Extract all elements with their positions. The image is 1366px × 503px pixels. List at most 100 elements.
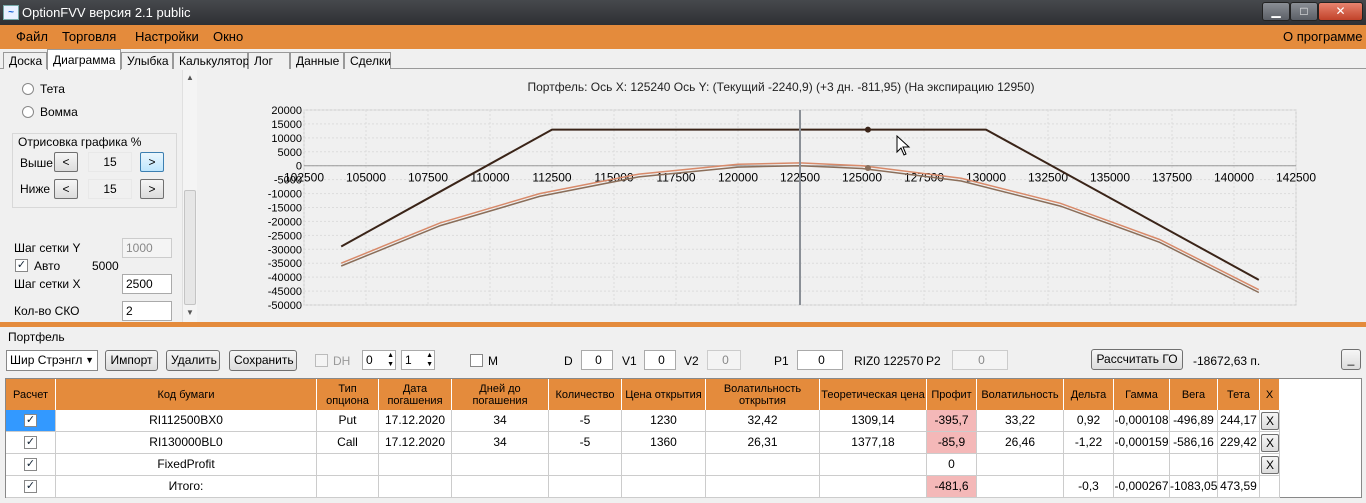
menu-trading[interactable]: Торговля [62, 29, 116, 44]
m-checkbox[interactable] [470, 354, 483, 367]
row-calc-checkbox[interactable]: ✓ [24, 458, 37, 471]
column-header-volatility[interactable]: Волатильность [977, 379, 1064, 410]
column-header-days-to-expiry[interactable]: Дней до погашения [452, 379, 549, 410]
scroll-thumb[interactable] [184, 190, 196, 305]
row-calc-checkbox[interactable]: ✓ [24, 436, 37, 449]
delete-button[interactable]: Удалить [166, 350, 220, 371]
column-header-theoretical-price[interactable]: Теоретическая цена [820, 379, 927, 410]
menu-about[interactable]: О программе [1283, 29, 1363, 44]
column-header-profit[interactable]: Профит [927, 379, 977, 410]
p1-input[interactable]: 0 [797, 350, 843, 370]
tab-calculator[interactable]: Калькулятор [173, 52, 249, 69]
tab-board[interactable]: Доска [3, 52, 47, 69]
y-tick-label: -15000 [268, 203, 302, 215]
row-delete-button[interactable]: X [1261, 434, 1279, 452]
column-header-delta[interactable]: Дельта [1064, 379, 1114, 410]
x-tick-label: 105000 [346, 171, 386, 185]
menu-file[interactable]: Файл [16, 29, 48, 44]
d-input[interactable]: 0 [581, 350, 613, 370]
above-decrease-button[interactable]: < [54, 152, 78, 172]
minimize-panel-button[interactable]: _ [1341, 349, 1361, 370]
spin1-arrows-icon[interactable]: ▲ ▼ [387, 351, 394, 369]
table-cell-expiry-date [379, 454, 452, 476]
v2-input[interactable]: 0 [707, 350, 741, 370]
column-header-calc[interactable]: Расчет [6, 379, 56, 410]
grid-x-input[interactable]: 2500 [122, 274, 172, 294]
table-cell-calc[interactable]: ✓ [6, 476, 56, 498]
row-delete-button[interactable]: X [1261, 456, 1279, 474]
column-header-theta[interactable]: Тета [1218, 379, 1260, 410]
below-increase-button[interactable]: > [140, 179, 164, 199]
row-calc-checkbox[interactable]: ✓ [24, 414, 37, 427]
table-cell-x[interactable]: X [1260, 432, 1280, 454]
table-cell-option-type [317, 476, 379, 498]
table-cell-open-volatility [706, 454, 820, 476]
column-header-option-type[interactable]: Тип опциона [317, 379, 379, 410]
y-tick-label: -45000 [268, 286, 302, 298]
above-increase-button[interactable]: > [140, 152, 164, 172]
column-header-expiry-date[interactable]: Дата погашения [379, 379, 452, 410]
settings-scrollbar[interactable]: ▲ ▼ [182, 70, 197, 322]
scroll-down-icon[interactable]: ▼ [186, 308, 194, 317]
import-button[interactable]: Импорт [105, 350, 158, 371]
spin1-input[interactable]: 0 ▲ ▼ [362, 350, 396, 370]
tab-log[interactable]: Лог [248, 52, 290, 69]
maximize-button[interactable]: □ [1290, 2, 1318, 21]
p2-input[interactable]: 0 [952, 350, 1008, 370]
tab-deals[interactable]: Сделки [344, 52, 391, 69]
chevron-down-icon: ▼ [85, 355, 94, 365]
column-header-quantity[interactable]: Количество [549, 379, 622, 410]
spin2-arrows-icon[interactable]: ▲ ▼ [426, 351, 433, 369]
table-cell-x[interactable]: X [1260, 410, 1280, 432]
column-header-code[interactable]: Код бумаги [56, 379, 317, 410]
below-decrease-button[interactable]: < [54, 179, 78, 199]
calc-margin-button[interactable]: Рассчитать ГО [1091, 349, 1183, 370]
column-header-vega[interactable]: Вега [1170, 379, 1218, 410]
menu-settings[interactable]: Настройки [135, 29, 199, 44]
save-button[interactable]: Сохранить [229, 350, 297, 371]
spin2-input[interactable]: 1 ▲ ▼ [401, 350, 435, 370]
grid-y-input[interactable]: 1000 [122, 238, 172, 258]
tab-data[interactable]: Данные [290, 52, 344, 69]
table-cell-gamma: -0,000267 [1114, 476, 1170, 498]
table-cell-volatility [977, 476, 1064, 498]
tab-smile[interactable]: Улыбка [121, 52, 173, 69]
auto-checkbox[interactable]: ✓ [15, 259, 28, 272]
table-cell-x[interactable] [1260, 476, 1280, 498]
column-header-x[interactable]: X [1260, 379, 1280, 410]
row-calc-checkbox[interactable]: ✓ [24, 480, 37, 493]
theta-radio[interactable] [22, 83, 34, 95]
y-tick-label: -35000 [268, 258, 302, 270]
table-cell-profit: -85,9 [927, 432, 977, 454]
column-header-open-price[interactable]: Цена открытия [622, 379, 706, 410]
above-value: 15 [88, 152, 132, 172]
table-cell-x[interactable]: X [1260, 454, 1280, 476]
column-header-gamma[interactable]: Гамма [1114, 379, 1170, 410]
row-delete-button[interactable]: X [1261, 412, 1279, 430]
scroll-up-icon[interactable]: ▲ [186, 73, 194, 82]
vomma-radio[interactable] [22, 106, 34, 118]
v1-input[interactable]: 0 [644, 350, 676, 370]
table-cell-theoretical-price [820, 476, 927, 498]
close-button[interactable]: ✕ [1318, 2, 1363, 21]
sko-input[interactable]: 2 [122, 301, 172, 321]
portfolio-label: Портфель [8, 330, 65, 344]
window-title: OptionFVV версия 2.1 public [22, 5, 191, 20]
table-cell-calc[interactable]: ✓ [6, 454, 56, 476]
table-cell-code: RI112500BX0 [56, 410, 317, 432]
p2-label: P2 [926, 354, 941, 368]
table-cell-calc[interactable]: ✓ [6, 432, 56, 454]
minimize-button[interactable]: ▁ [1262, 2, 1290, 21]
table-cell-calc[interactable]: ✓ [6, 410, 56, 432]
portfolio-select[interactable]: Шир Стрэнгл ▼ [6, 350, 98, 371]
table-cell-volatility: 33,22 [977, 410, 1064, 432]
table-cell-open-volatility: 32,42 [706, 410, 820, 432]
panel-splitter[interactable] [0, 322, 1366, 327]
menu-window[interactable]: Окно [213, 29, 243, 44]
column-header-open-volatility[interactable]: Волатильность открытия [706, 379, 820, 410]
table-cell-quantity [549, 454, 622, 476]
tab-diagram[interactable]: Диаграмма [47, 49, 121, 70]
v2-label: V2 [684, 354, 699, 368]
payoff-chart[interactable]: Портфель: Ось X: 125240 Ось Y: (Текущий … [200, 70, 1366, 322]
dh-checkbox[interactable] [315, 354, 328, 367]
